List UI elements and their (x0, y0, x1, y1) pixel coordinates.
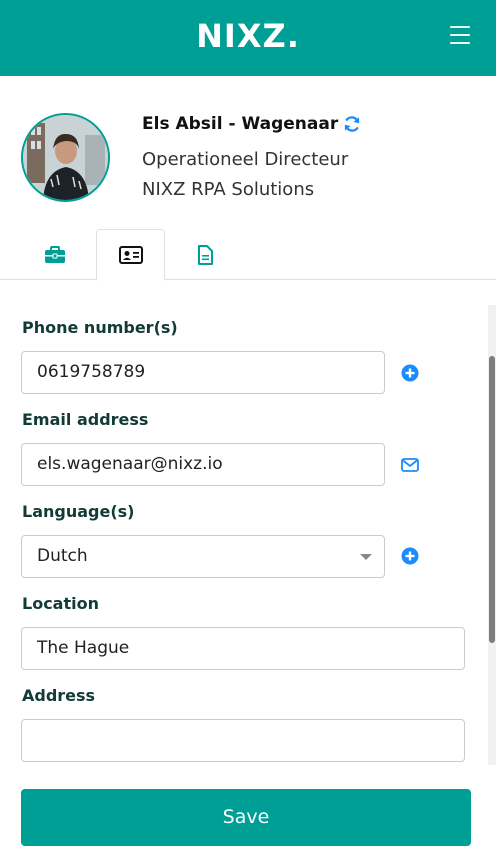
phone-label: Phone number(s) (22, 318, 178, 337)
chevron-down-icon (360, 554, 372, 560)
tab-contact[interactable] (96, 229, 165, 281)
location-input[interactable]: The Hague (21, 627, 465, 670)
profile-role: Operationeel Directeur (142, 149, 349, 170)
profile-section: Els Absil - Wagenaar Operationeel Direct… (0, 76, 496, 230)
email-label: Email address (22, 410, 149, 429)
address-label: Address (22, 686, 96, 705)
email-input[interactable]: els.wagenaar@nixz.io (21, 443, 385, 486)
brand-logo[interactable]: NIXZ. (0, 17, 496, 55)
hamburger-icon[interactable] (450, 26, 470, 44)
profile-name: Els Absil - Wagenaar (142, 114, 339, 134)
add-language-plus-icon[interactable] (401, 547, 419, 565)
scrollbar-thumb[interactable] (489, 356, 495, 643)
envelope-icon[interactable] (401, 458, 419, 472)
location-label: Location (22, 594, 99, 613)
app-header: NIXZ. (0, 0, 496, 76)
tab-work[interactable] (20, 229, 89, 280)
add-phone-plus-icon[interactable] (401, 364, 419, 382)
language-select[interactable]: Dutch (21, 535, 385, 578)
profile-tabs (0, 229, 496, 281)
language-select-value: Dutch (37, 546, 88, 566)
tab-documents[interactable] (170, 229, 239, 280)
contact-form: Phone number(s) 0619758789 Email address… (0, 280, 496, 772)
refresh-icon[interactable] (343, 115, 361, 133)
id-card-icon (118, 246, 143, 264)
profile-name-row: Els Absil - Wagenaar (142, 114, 361, 134)
phone-input[interactable]: 0619758789 (21, 351, 385, 394)
language-label: Language(s) (22, 502, 135, 521)
save-button[interactable]: Save (21, 789, 471, 846)
avatar (21, 113, 110, 202)
profile-company: NIXZ RPA Solutions (142, 179, 315, 200)
briefcase-icon (44, 245, 65, 263)
address-input[interactable] (21, 719, 465, 762)
document-icon (197, 244, 213, 265)
